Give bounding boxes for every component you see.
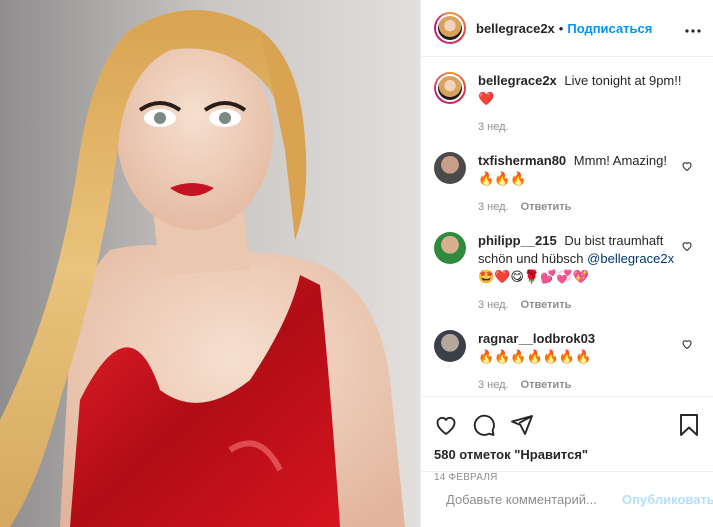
post-actions: 580 отметок "Нравится" 14 февраля	[421, 396, 713, 483]
author-username[interactable]: bellegrace2x	[476, 21, 555, 36]
caption-time[interactable]: 3 нед.	[478, 118, 509, 136]
caption-text: Live tonight at 9pm!!	[564, 73, 682, 88]
comment-time[interactable]: 3 нед.	[478, 296, 509, 314]
comment-like-icon[interactable]	[681, 160, 693, 172]
instagram-post: bellegrace2x • Подписаться bellegrace2x …	[0, 0, 713, 527]
comment-username[interactable]: philipp__215	[478, 233, 557, 248]
reply-button[interactable]: Ответить	[521, 296, 572, 314]
comments-list[interactable]: bellegrace2x Live tonight at 9pm!! ❤️ 3 …	[421, 58, 713, 396]
caption-author-avatar[interactable]	[434, 72, 466, 104]
comment-mention[interactable]: @bellegrace2x	[587, 251, 674, 266]
share-icon[interactable]	[510, 413, 534, 437]
bookmark-icon[interactable]	[678, 413, 700, 437]
comment-username[interactable]: ragnar__lodbrok03	[478, 331, 595, 346]
author-avatar[interactable]	[434, 12, 466, 44]
comment-item: ragnar__lodbrok03 🔥🔥🔥🔥🔥🔥🔥 3 нед. Ответит…	[434, 330, 701, 394]
post-side-panel: bellegrace2x • Подписаться bellegrace2x …	[420, 0, 713, 527]
heart-outline-icon[interactable]	[434, 413, 458, 437]
comment-icon[interactable]	[472, 413, 496, 437]
post-image	[0, 0, 420, 527]
post-header: bellegrace2x • Подписаться	[421, 0, 713, 57]
post-photo[interactable]	[0, 0, 420, 527]
comment-text: Mmm! Amazing!	[573, 153, 667, 168]
follow-button[interactable]: Подписаться	[567, 21, 652, 36]
comment-emoji: 🔥🔥🔥	[478, 171, 527, 186]
commenter-avatar[interactable]	[434, 330, 466, 362]
add-comment-bar: Опубликовать	[421, 471, 713, 527]
reply-button[interactable]: Ответить	[521, 198, 572, 216]
likes-count[interactable]: 580 отметок "Нравится"	[434, 447, 700, 462]
comment-item: txfisherman80 Mmm! Amazing! 🔥🔥🔥 3 нед. О…	[434, 152, 701, 216]
caption-username[interactable]: bellegrace2x	[478, 73, 557, 88]
commenter-avatar[interactable]	[434, 232, 466, 264]
comment-username[interactable]: txfisherman80	[478, 153, 566, 168]
more-options-icon[interactable]	[685, 20, 701, 36]
publish-button[interactable]: Опубликовать	[622, 492, 713, 507]
comment-emoji: 🤩❤️😋🌹💕💞💖	[478, 269, 589, 284]
comment-item: philipp__215 Du bist traumhaft schön und…	[434, 232, 701, 314]
reply-button[interactable]: Ответить	[521, 376, 572, 394]
comment-time[interactable]: 3 нед.	[478, 376, 509, 394]
commenter-avatar[interactable]	[434, 152, 466, 184]
comment-emoji: 🔥🔥🔥🔥🔥🔥🔥	[478, 349, 592, 364]
comment-input[interactable]	[446, 492, 622, 507]
comment-like-icon[interactable]	[681, 240, 693, 252]
comment-like-icon[interactable]	[681, 338, 693, 350]
caption-item: bellegrace2x Live tonight at 9pm!! ❤️ 3 …	[434, 72, 701, 136]
caption-emoji: ❤️	[478, 91, 495, 106]
header-separator: •	[558, 20, 564, 36]
comment-time[interactable]: 3 нед.	[478, 198, 509, 216]
